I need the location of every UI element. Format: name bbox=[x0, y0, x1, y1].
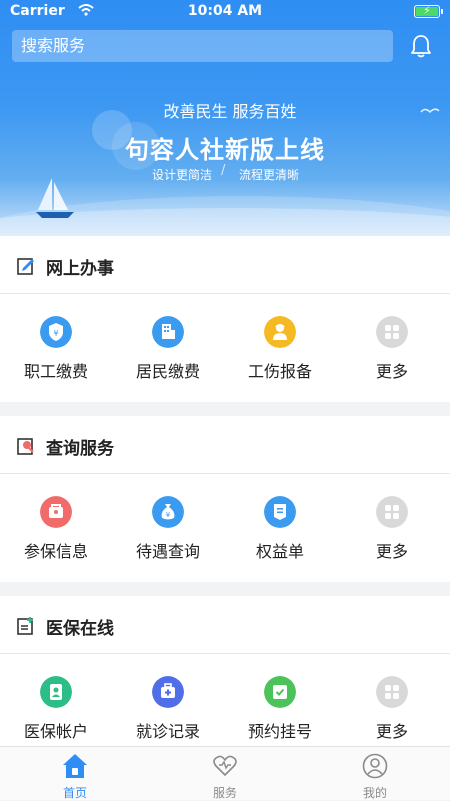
service-grid: ¥ 职工缴费 居民缴费 工伤报备 更多 bbox=[0, 294, 450, 402]
service-label: 权益单 bbox=[255, 542, 304, 561]
sailboat-icon bbox=[36, 178, 74, 218]
heart-icon bbox=[213, 755, 237, 776]
service-label: 医保帐户 bbox=[23, 722, 88, 741]
section-medical-insurance: 医保在线 医保帐户 就诊记录 预约挂号 更多 bbox=[0, 596, 450, 746]
service-label: 更多 bbox=[375, 542, 408, 561]
search-input[interactable]: 搜索服务 bbox=[12, 30, 393, 62]
service-item-visit-records[interactable]: 就诊记录 bbox=[112, 654, 224, 746]
section-header: 医保在线 bbox=[0, 596, 450, 654]
hero-banner: Carrier 10:04 AM ⚡ 搜索服务 改善民生 服务百姓 句容人社新版… bbox=[0, 0, 450, 238]
banner-tag-right: 流程更清晰 bbox=[239, 168, 300, 182]
service-item-staff-payment[interactable]: ¥ 职工缴费 bbox=[0, 294, 112, 402]
tab-label: 首页 bbox=[62, 786, 87, 800]
home-icon bbox=[63, 754, 87, 778]
banner-title: 句容人社新版上线 bbox=[125, 136, 325, 164]
account-icon bbox=[40, 676, 72, 708]
section-header: 查询服务 bbox=[0, 416, 450, 474]
section-title: 查询服务 bbox=[46, 439, 114, 459]
service-item-insurance-info[interactable]: 参保信息 bbox=[0, 474, 112, 582]
section-title: 网上办事 bbox=[46, 259, 114, 279]
svg-text:¥: ¥ bbox=[53, 329, 58, 338]
service-label: 参保信息 bbox=[23, 542, 88, 561]
calendar-check-icon bbox=[264, 676, 296, 708]
service-label: 职工缴费 bbox=[23, 362, 88, 381]
service-item-resident-payment[interactable]: 居民缴费 bbox=[112, 294, 224, 402]
tab-label: 我的 bbox=[362, 786, 387, 800]
tab-home[interactable]: 首页 bbox=[0, 747, 150, 801]
banner-tag-left: 设计更简洁 bbox=[152, 168, 213, 182]
service-item-more[interactable]: 更多 bbox=[336, 474, 448, 582]
banner-subtitle: 改善民生 服务百姓 bbox=[163, 102, 297, 121]
worker-icon bbox=[264, 316, 296, 348]
status-time: 10:04 AM bbox=[187, 3, 263, 19]
grid-icon bbox=[376, 496, 408, 528]
service-label: 工伤报备 bbox=[247, 362, 312, 381]
document-icon bbox=[264, 496, 296, 528]
tab-profile[interactable]: 我的 bbox=[300, 747, 450, 801]
edit-icon bbox=[17, 258, 34, 275]
service-label: 更多 bbox=[375, 722, 408, 741]
service-grid: 参保信息 ¥ 待遇查询 权益单 更多 bbox=[0, 474, 450, 582]
insurance-icon bbox=[40, 496, 72, 528]
grid-icon bbox=[376, 676, 408, 708]
user-icon bbox=[362, 753, 388, 779]
service-label: 就诊记录 bbox=[135, 722, 200, 741]
section-query-services: 查询服务 参保信息 ¥ 待遇查询 权益单 更多 bbox=[0, 416, 450, 582]
battery-icon: ⚡ bbox=[414, 4, 443, 18]
service-item-injury-report[interactable]: 工伤报备 bbox=[224, 294, 336, 402]
medical-kit-icon bbox=[152, 676, 184, 708]
service-label: 居民缴费 bbox=[135, 362, 200, 381]
building-icon bbox=[152, 316, 184, 348]
section-title: 医保在线 bbox=[46, 619, 114, 639]
svg-text:¥: ¥ bbox=[166, 511, 171, 519]
service-label: 更多 bbox=[375, 362, 408, 381]
money-bag-icon: ¥ bbox=[152, 496, 184, 528]
service-item-rights-list[interactable]: 权益单 bbox=[224, 474, 336, 582]
search-document-icon bbox=[17, 438, 34, 455]
status-bar: Carrier 10:04 AM ⚡ bbox=[0, 0, 450, 24]
medical-list-icon bbox=[17, 617, 33, 635]
search-placeholder: 搜索服务 bbox=[21, 36, 86, 55]
service-item-medical-account[interactable]: 医保帐户 bbox=[0, 654, 112, 746]
service-grid: 医保帐户 就诊记录 预约挂号 更多 bbox=[0, 654, 450, 746]
service-item-benefit-query[interactable]: ¥ 待遇查询 bbox=[112, 474, 224, 582]
service-label: 待遇查询 bbox=[135, 542, 200, 561]
tab-services[interactable]: 服务 bbox=[150, 747, 300, 801]
tab-label: 服务 bbox=[212, 786, 237, 800]
grid-icon bbox=[376, 316, 408, 348]
section-online-affairs: 网上办事 ¥ 职工缴费 居民缴费 工伤报备 更多 bbox=[0, 236, 450, 402]
service-item-more[interactable]: 更多 bbox=[336, 294, 448, 402]
yuan-shield-icon: ¥ bbox=[40, 316, 72, 348]
bell-icon[interactable] bbox=[410, 34, 432, 58]
service-item-more[interactable]: 更多 bbox=[336, 654, 448, 746]
tab-bar: 首页 服务 我的 bbox=[0, 746, 450, 800]
banner-separator: / bbox=[221, 163, 226, 178]
service-item-appointment[interactable]: 预约挂号 bbox=[224, 654, 336, 746]
section-header: 网上办事 bbox=[0, 236, 450, 294]
service-label: 预约挂号 bbox=[247, 722, 312, 741]
